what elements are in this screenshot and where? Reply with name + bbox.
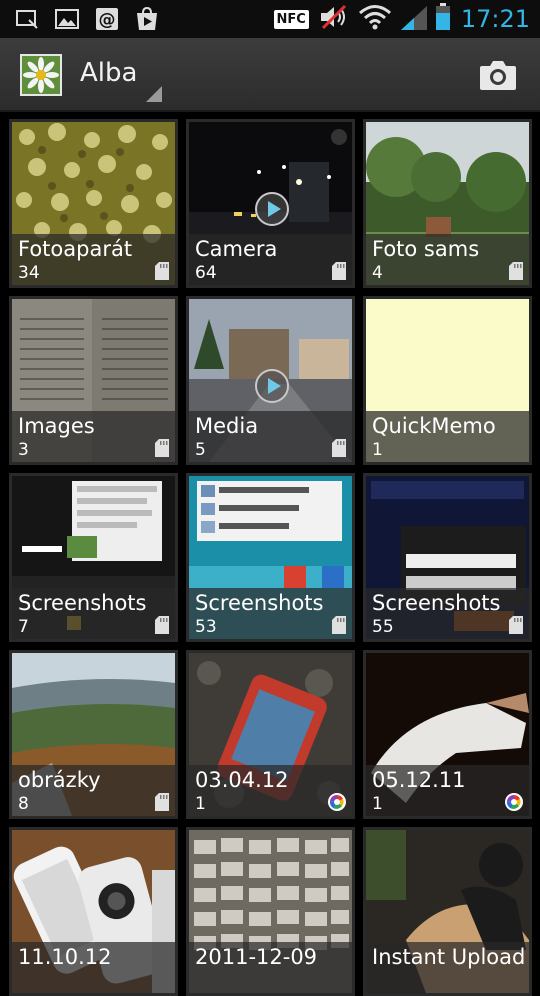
picasa-icon bbox=[328, 793, 346, 811]
sd-card-icon bbox=[155, 793, 169, 811]
sd-card-icon bbox=[509, 262, 523, 280]
album-tile[interactable]: Screenshots 53 bbox=[186, 473, 355, 642]
album-count: 7 bbox=[18, 617, 29, 637]
album-title: Foto sams bbox=[372, 237, 480, 261]
album-tile[interactable]: Screenshots 55 bbox=[363, 473, 532, 642]
album-count: 1 bbox=[372, 440, 383, 460]
mute-icon bbox=[319, 4, 349, 34]
album-count: 1 bbox=[372, 794, 383, 814]
album-title: QuickMemo bbox=[372, 414, 496, 438]
sd-card-icon bbox=[155, 616, 169, 634]
album-tile[interactable]: Media 5 bbox=[186, 296, 355, 465]
album-count: 55 bbox=[372, 617, 394, 637]
sd-card-icon bbox=[509, 616, 523, 634]
sd-card-icon bbox=[155, 262, 169, 280]
album-title: 11.10.12 bbox=[18, 945, 112, 969]
album-title: Instant Upload bbox=[372, 945, 526, 969]
dropdown-indicator-icon bbox=[146, 86, 162, 102]
album-title: Camera bbox=[195, 237, 278, 261]
album-title: Screenshots bbox=[195, 591, 324, 615]
album-tile[interactable]: Camera 64 bbox=[186, 119, 355, 288]
image-icon bbox=[54, 7, 80, 31]
album-count: 53 bbox=[195, 617, 217, 637]
album-selector[interactable]: Alba bbox=[80, 58, 137, 88]
wifi-icon bbox=[358, 4, 391, 34]
album-grid: Fotoaparát 34 Camera 64 Foto sams 4 Imag… bbox=[0, 110, 540, 996]
album-tile[interactable]: QuickMemo 1 bbox=[363, 296, 532, 465]
album-count: 8 bbox=[18, 794, 29, 814]
daisy-icon[interactable] bbox=[20, 54, 62, 96]
album-count: 4 bbox=[372, 263, 383, 283]
sd-card-icon bbox=[332, 616, 346, 634]
album-tile[interactable]: Instant Upload bbox=[363, 827, 532, 996]
album-tile[interactable]: obrázky 8 bbox=[9, 650, 178, 819]
play-store-icon bbox=[134, 7, 160, 31]
clock: 17:21 bbox=[460, 5, 530, 33]
sd-card-icon bbox=[332, 439, 346, 457]
album-count: 34 bbox=[18, 263, 40, 283]
album-tile[interactable]: 03.04.12 1 bbox=[186, 650, 355, 819]
email-at-icon: @ bbox=[94, 7, 120, 31]
status-bar: @ NFC 17:21 bbox=[0, 0, 540, 38]
album-title: Screenshots bbox=[18, 591, 147, 615]
screenshot-icon bbox=[14, 7, 40, 31]
album-title: Images bbox=[18, 414, 95, 438]
sd-card-icon bbox=[332, 262, 346, 280]
album-count: 1 bbox=[195, 794, 206, 814]
album-count: 64 bbox=[195, 263, 217, 283]
svg-text:@: @ bbox=[99, 10, 116, 30]
signal-icon bbox=[399, 4, 429, 34]
picasa-icon bbox=[505, 793, 523, 811]
play-icon bbox=[255, 192, 289, 226]
album-title: 05.12.11 bbox=[372, 768, 466, 792]
album-tile[interactable]: 11.10.12 bbox=[9, 827, 178, 996]
album-title: 2011-12-09 bbox=[195, 945, 318, 969]
album-title: 03.04.12 bbox=[195, 768, 289, 792]
album-tile[interactable]: Fotoaparát 34 bbox=[9, 119, 178, 288]
album-title: Screenshots bbox=[372, 591, 501, 615]
album-tile[interactable]: Images 3 bbox=[9, 296, 178, 465]
album-tile[interactable]: Foto sams 4 bbox=[363, 119, 532, 288]
album-tile[interactable]: Screenshots 7 bbox=[9, 473, 178, 642]
album-title: obrázky bbox=[18, 768, 101, 792]
album-count: 3 bbox=[18, 440, 29, 460]
album-title: Media bbox=[195, 414, 259, 438]
album-tile[interactable]: 2011-12-09 bbox=[186, 827, 355, 996]
battery-icon bbox=[435, 3, 451, 35]
album-tile[interactable]: 05.12.11 1 bbox=[363, 650, 532, 819]
album-count: 5 bbox=[195, 440, 206, 460]
album-title: Fotoaparát bbox=[18, 237, 133, 261]
nfc-badge: NFC bbox=[273, 9, 309, 29]
sd-card-icon bbox=[155, 439, 169, 457]
camera-icon[interactable] bbox=[478, 58, 518, 92]
play-icon bbox=[255, 369, 289, 403]
action-bar: Alba bbox=[0, 38, 540, 112]
